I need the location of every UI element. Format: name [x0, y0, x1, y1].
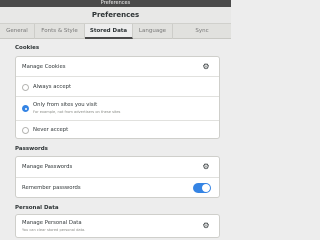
radio-never-accept[interactable] — [22, 127, 29, 134]
preferences-header: Preferences — [0, 7, 231, 24]
passwords-section-title: Passwords — [15, 146, 48, 152]
manage-personal-data-label: Manage Personal Data — [22, 220, 82, 226]
tab-label: Stored Data — [89, 28, 128, 34]
cookies-section-title: Cookies — [15, 45, 40, 51]
remember-passwords-label: Remember passwords — [22, 185, 81, 191]
tab-label: Language — [138, 28, 167, 34]
tab-sync[interactable]: Sync — [173, 24, 231, 39]
gear-icon[interactable]: ⚙ — [202, 222, 210, 230]
manage-passwords-row[interactable]: Manage Passwords ⚙ — [16, 157, 219, 178]
manage-cookies-row[interactable]: Manage Cookies ⚙ — [16, 57, 219, 77]
tab-fonts-style[interactable]: Fonts & Style — [35, 24, 85, 39]
gear-icon[interactable]: ⚙ — [202, 163, 210, 171]
passwords-card: Manage Passwords ⚙ Remember passwords — [15, 156, 220, 198]
tab-general[interactable]: General — [0, 24, 35, 39]
tab-stored-data[interactable]: Stored Data — [85, 24, 133, 39]
tab-bar: General Fonts & Style Stored Data Langua… — [0, 24, 231, 39]
option-label: Never accept — [33, 127, 69, 133]
cookies-card: Manage Cookies ⚙ Always accept Only from… — [15, 56, 220, 139]
option-label: Always accept — [33, 84, 72, 90]
manage-personal-data-row[interactable]: Manage Personal Data You can clear store… — [16, 215, 219, 237]
radio-always-accept[interactable] — [22, 84, 29, 91]
remember-passwords-toggle[interactable] — [193, 183, 211, 193]
tab-label: Fonts & Style — [41, 28, 78, 34]
cookie-option-always[interactable]: Always accept — [16, 77, 219, 97]
cookie-option-never[interactable]: Never accept — [16, 121, 219, 139]
manage-personal-data-sublabel: You can clear stored personal data. — [22, 228, 86, 232]
tab-label: General — [6, 28, 28, 34]
personal-data-card: Manage Personal Data You can clear store… — [15, 214, 220, 238]
page-title: Preferences — [91, 11, 140, 19]
personal-data-section-title: Personal Data — [15, 205, 59, 211]
gear-icon[interactable]: ⚙ — [202, 63, 210, 71]
manage-passwords-label: Manage Passwords — [22, 164, 73, 170]
manage-cookies-label: Manage Cookies — [22, 64, 66, 70]
cookie-option-visited[interactable]: Only from sites you visit For example, n… — [16, 97, 219, 121]
tab-language[interactable]: Language — [133, 24, 173, 39]
window-titlebar[interactable]: Preferences — [0, 0, 231, 7]
option-label: Only from sites you visit — [33, 102, 98, 108]
remember-passwords-row: Remember passwords — [16, 178, 219, 198]
option-sublabel: For example, not from advertisers on the… — [33, 110, 121, 114]
radio-only-visited[interactable] — [22, 105, 29, 112]
tab-label: Sync — [195, 28, 209, 34]
window-title: Preferences — [100, 0, 131, 6]
